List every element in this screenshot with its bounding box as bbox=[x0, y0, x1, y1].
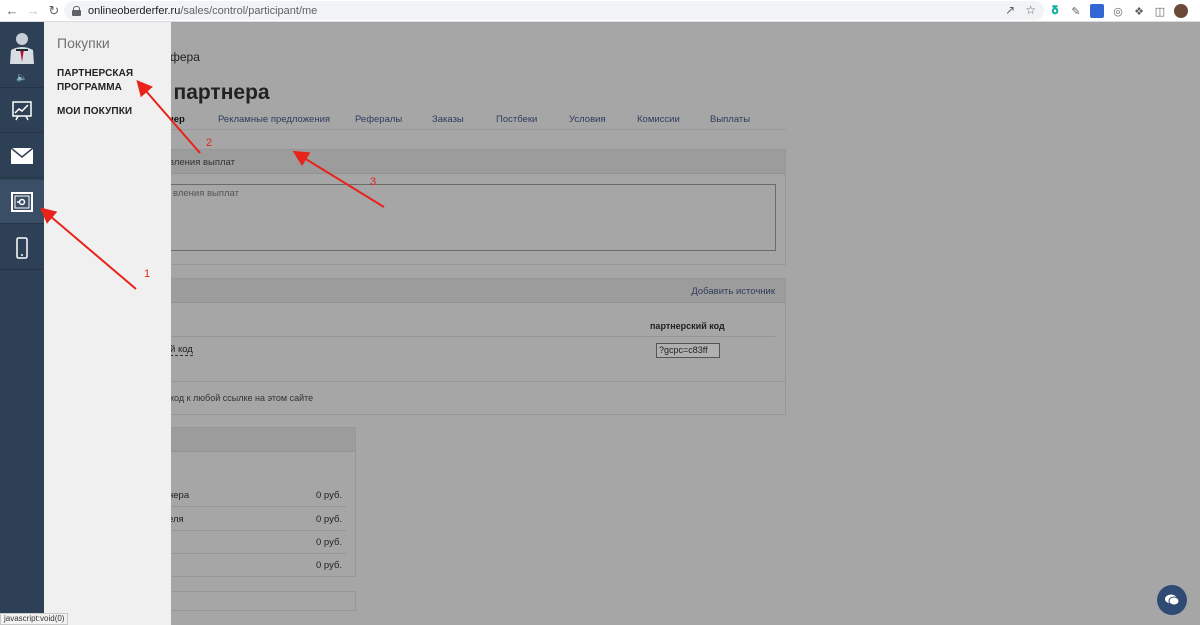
bookmark-star-icon[interactable]: ☆ bbox=[1025, 3, 1036, 17]
back-icon[interactable]: ← bbox=[3, 2, 21, 20]
purchases-flyout-menu: Покупки ПАРТНЕРСКАЯ ПРОГРАММА МОИ ПОКУПК… bbox=[44, 22, 171, 625]
tab-terms[interactable]: Условия bbox=[569, 114, 606, 125]
divider bbox=[146, 506, 346, 507]
globe-icon[interactable]: ◎ bbox=[1111, 4, 1125, 18]
sidebar-item-sales[interactable] bbox=[0, 180, 44, 224]
forward-icon[interactable]: → bbox=[24, 2, 42, 20]
lock-icon bbox=[72, 5, 81, 16]
browser-status-bar: javascript:void(0) bbox=[0, 613, 69, 625]
tab-referrals[interactable]: Рефералы bbox=[355, 114, 402, 125]
tab-orders[interactable]: Заказы bbox=[432, 114, 464, 125]
divider bbox=[146, 530, 346, 531]
chat-icon bbox=[1165, 594, 1180, 606]
sidepanel-icon[interactable]: ◫ bbox=[1153, 4, 1167, 18]
arrow-label-2: 2 bbox=[206, 137, 213, 149]
partner-code-label[interactable]: й код bbox=[170, 344, 193, 356]
lower-panel bbox=[146, 591, 356, 611]
divider bbox=[146, 553, 346, 554]
partner-code-input[interactable]: ?gcpc=c83ff bbox=[656, 343, 720, 358]
payout-panel-header: вления выплат bbox=[147, 150, 785, 174]
menu-item-my-purchases[interactable]: МОИ ПОКУПКИ bbox=[57, 105, 132, 119]
browser-menu-icon[interactable]: ⋮ bbox=[1195, 3, 1200, 19]
balance-panel bbox=[146, 427, 356, 577]
sidebar: 🔈 bbox=[0, 22, 44, 625]
tab-payouts[interactable]: Выплаты bbox=[710, 114, 750, 125]
balance-value: 0 руб. bbox=[316, 537, 343, 548]
profile-avatar-icon[interactable] bbox=[1174, 4, 1188, 18]
sidebar-item-mobile[interactable] bbox=[0, 226, 44, 270]
flyout-title: Покупки bbox=[57, 35, 110, 51]
balance-value: 0 руб. bbox=[316, 560, 343, 571]
pen-extension-icon[interactable]: ✎ bbox=[1069, 4, 1083, 18]
share-icon[interactable]: ↗ bbox=[1005, 3, 1015, 17]
tab-postbacks[interactable]: Постбеки bbox=[496, 114, 537, 125]
tab-commissions[interactable]: Комиссии bbox=[637, 114, 680, 125]
extension-icon[interactable]: 𝛅 bbox=[1048, 4, 1062, 18]
balance-value: 0 руб. bbox=[316, 490, 343, 501]
sidebar-profile[interactable]: 🔈 bbox=[0, 22, 44, 88]
safe-icon bbox=[11, 191, 33, 212]
chart-icon bbox=[12, 100, 32, 120]
sidebar-item-stats[interactable] bbox=[0, 89, 44, 133]
profile-avatar bbox=[7, 30, 37, 64]
arrow-label-1: 1 bbox=[144, 268, 151, 280]
chat-button[interactable] bbox=[1157, 585, 1187, 615]
sources-panel-header: Добавить источник bbox=[147, 279, 785, 303]
balance-panel-header bbox=[147, 428, 355, 452]
browser-toolbar: ← → ↻ onlineoberderfer.ru /sales/control… bbox=[0, 0, 1200, 22]
add-source-link[interactable]: Добавить источник bbox=[691, 286, 775, 297]
speaker-icon: 🔈 bbox=[16, 72, 28, 82]
phone-icon bbox=[16, 236, 28, 259]
arrow-label-3: 3 bbox=[370, 176, 377, 188]
divider bbox=[147, 381, 785, 382]
balance-label: нера bbox=[168, 490, 190, 501]
partner-tabs: нер Рекламные предложения Рефералы Заказ… bbox=[146, 112, 786, 130]
code-hint: код к любой ссылке на этом сайте bbox=[170, 393, 314, 403]
tab-ad-offers[interactable]: Рекламные предложения bbox=[218, 114, 330, 125]
payout-textarea[interactable]: вления выплат bbox=[160, 184, 776, 251]
puzzle-icon[interactable]: ❖ bbox=[1132, 4, 1146, 18]
url-host: onlineoberderfer.ru bbox=[88, 4, 181, 17]
balance-value: 0 руб. bbox=[316, 514, 343, 525]
partner-code-column-header: партнерский код bbox=[650, 321, 725, 331]
menu-item-partner-program[interactable]: ПАРТНЕРСКАЯ ПРОГРАММА bbox=[57, 67, 133, 95]
mail-icon bbox=[11, 147, 33, 164]
divider bbox=[160, 336, 775, 337]
page-subtitle: фера bbox=[170, 50, 200, 64]
url-path: /sales/control/participant/me bbox=[180, 4, 318, 17]
blue-extension-icon[interactable] bbox=[1090, 4, 1104, 18]
reload-icon[interactable]: ↻ bbox=[45, 2, 63, 20]
sidebar-item-messages[interactable] bbox=[0, 134, 44, 178]
address-bar[interactable]: onlineoberderfer.ru /sales/control/parti… bbox=[64, 1, 1044, 20]
